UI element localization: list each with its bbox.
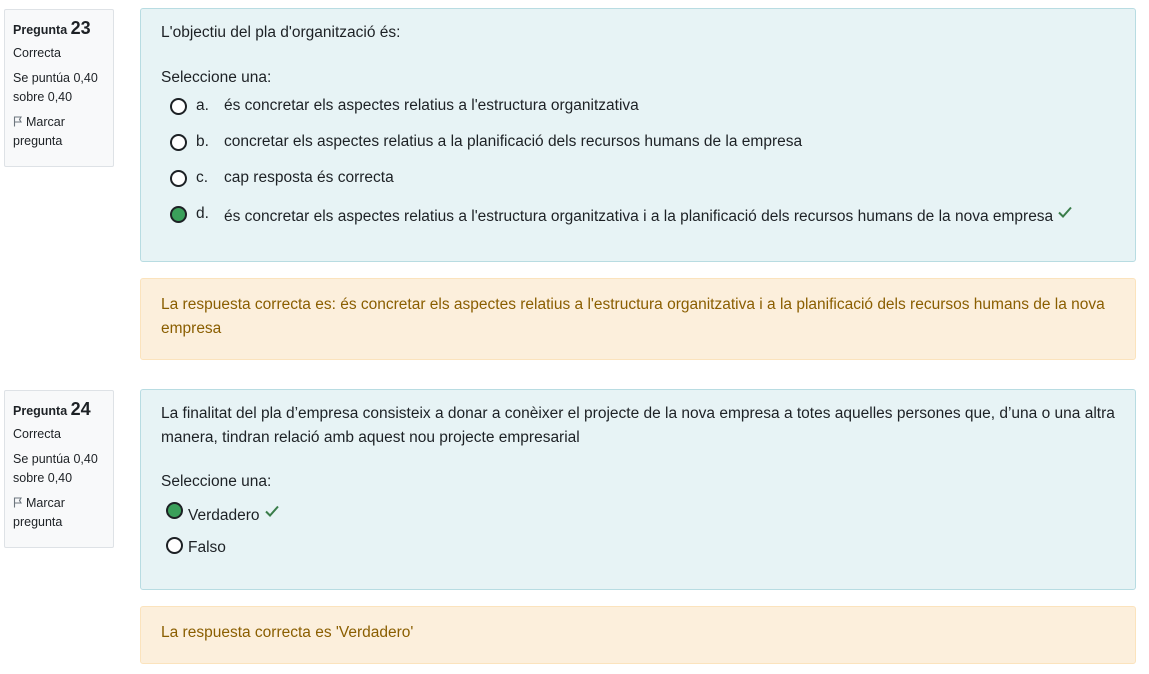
select-prompt: Seleccione una:	[161, 69, 272, 86]
question-label: Pregunta	[13, 404, 68, 418]
flag-question-link[interactable]: Marcar pregunta	[13, 494, 105, 532]
answer-letter: b.	[196, 133, 209, 150]
answer-text: cap resposta és correcta	[224, 169, 394, 186]
flag-label: Marcar	[26, 496, 65, 510]
flag-label: pregunta	[13, 134, 63, 148]
radio-button-selected[interactable]	[170, 206, 187, 223]
answer-option-false[interactable]: Falso	[161, 537, 1115, 572]
flag-icon	[13, 495, 23, 508]
answer-letter: d.	[196, 205, 209, 222]
radio-button[interactable]	[170, 134, 187, 151]
answer-text-wrap: és concretar els aspectes relatius a l'e…	[224, 205, 1073, 226]
question-info-24: Pregunta 24 Correcta Se puntúa 0,40 sobr…	[4, 390, 114, 548]
flag-icon	[13, 114, 23, 127]
answer-text: Verdadero	[188, 507, 260, 524]
answer-text: concretar els aspectes relatius a la pla…	[224, 133, 803, 150]
answer-option-true[interactable]: Verdadero	[161, 502, 1115, 537]
answer-letter: c.	[196, 169, 209, 186]
radio-button-selected[interactable]	[166, 502, 183, 519]
question-number-value: 24	[70, 399, 91, 419]
grade-line: Se puntúa 0,40	[13, 452, 98, 466]
question-formulation-24: La finalitat del pla d’empresa consistei…	[140, 389, 1136, 590]
answer-option-d[interactable]: d. és concretar els aspectes relatius a …	[161, 205, 1115, 242]
answer-text: és concretar els aspectes relatius a l'e…	[224, 97, 639, 114]
answer-text: és concretar els aspectes relatius a l'e…	[224, 208, 1054, 225]
question-number: Pregunta 23	[13, 18, 105, 40]
question-state: Correcta	[13, 46, 61, 60]
question-label: Pregunta	[13, 23, 68, 37]
question-grade: Se puntúa 0,40 sobre 0,40	[13, 69, 105, 107]
flag-label: Marcar	[26, 115, 65, 129]
answer-letter: a.	[196, 97, 209, 114]
radio-button[interactable]	[166, 537, 183, 554]
grade-line: sobre 0,40	[13, 471, 73, 485]
grade-line: Se puntúa 0,40	[13, 71, 98, 85]
answer-option-c[interactable]: c. cap resposta és correcta	[161, 169, 1115, 206]
radio-button[interactable]	[170, 98, 187, 115]
question-state: Correcta	[13, 427, 61, 441]
answer-option-a[interactable]: a. és concretar els aspectes relatius a …	[161, 97, 1115, 134]
flag-label: pregunta	[13, 515, 63, 529]
question-text: L'objectiu del pla d'organització és:	[161, 24, 401, 41]
radio-button[interactable]	[170, 170, 187, 187]
grade-line: sobre 0,40	[13, 90, 73, 104]
check-icon	[264, 504, 280, 518]
answer-text-wrap: Verdadero	[188, 504, 280, 525]
question-number: Pregunta 24	[13, 399, 105, 421]
question-formulation-23: L'objectiu del pla d'organització és: Se…	[140, 8, 1136, 262]
answer-text: Falso	[188, 539, 226, 556]
question-number-value: 23	[70, 18, 91, 38]
correct-answer-feedback-23: La respuesta correcta es: és concretar e…	[140, 278, 1136, 360]
select-prompt: Seleccione una:	[161, 473, 272, 490]
answer-option-b[interactable]: b. concretar els aspectes relatius a la …	[161, 133, 1115, 170]
question-text: La finalitat del pla d’empresa consistei…	[161, 405, 1115, 446]
correct-answer-feedback-24: La respuesta correcta es 'Verdadero'	[140, 606, 1136, 664]
question-info-23: Pregunta 23 Correcta Se puntúa 0,40 sobr…	[4, 9, 114, 167]
flag-question-link[interactable]: Marcar pregunta	[13, 113, 105, 151]
question-grade: Se puntúa 0,40 sobre 0,40	[13, 450, 105, 488]
check-icon	[1057, 205, 1073, 219]
